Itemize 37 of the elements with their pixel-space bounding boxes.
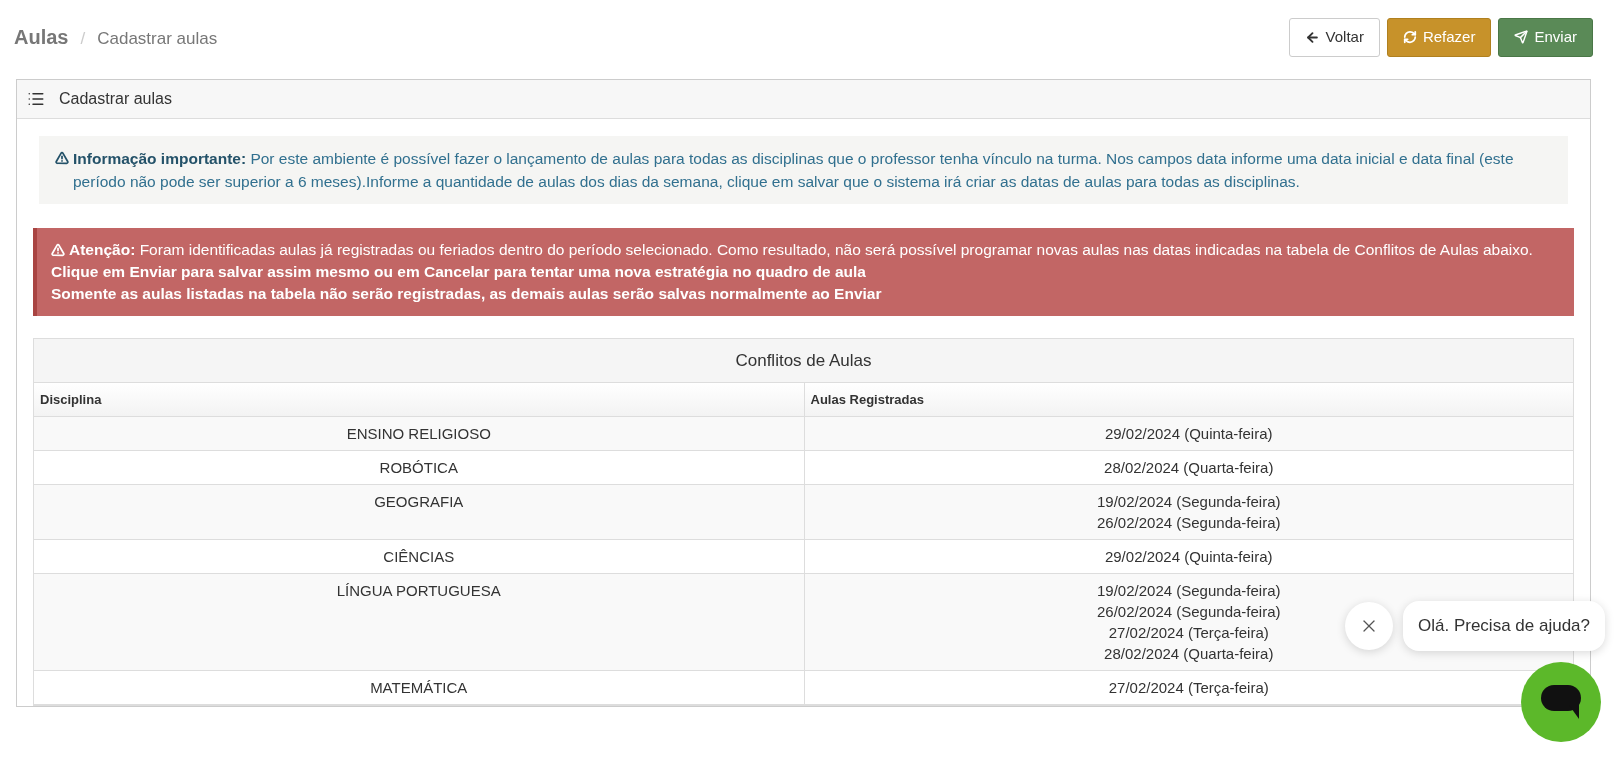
table-cell-text: 27/02/2024 (Terça-feira) [1108, 678, 1269, 698]
alert-text: Clique em Enviar para salvar assim mesmo ou em Cancelar para tentar uma nova estratégia no quadro de aula [51, 262, 866, 282]
panel-title: Cadastrar aulas [59, 89, 172, 109]
breadcrumb-current: Cadastrar aulas [97, 28, 218, 50]
table-cell-text: CIÊNCIAS [382, 547, 456, 567]
table-cell-text: 28/02/2024 (Quarta-feira) [1104, 644, 1274, 664]
table-cell-text: 29/02/2024 (Quinta-feira) [1104, 547, 1273, 567]
list-icon [27, 90, 45, 108]
column-header: Aulas Registradas [803, 383, 1573, 416]
paper-plane-icon [1514, 30, 1529, 44]
table-cell-text: LÍNGUA PORTUGUESA [335, 581, 502, 601]
table-cell-text: GEOGRAFIA [373, 492, 465, 512]
table-cell-text: ENSINO RELIGIOSO [345, 424, 492, 444]
table-cell-text: 19/02/2024 (Segunda-feira) [1097, 581, 1281, 601]
back-button[interactable]: Voltar [1288, 17, 1380, 57]
table-cell-text: 28/02/2024 (Quarta-feira) [1104, 458, 1274, 478]
table-cell-text: 27/02/2024 (Terça-feira) [1108, 623, 1269, 643]
column-header: Disciplina [39, 390, 103, 409]
page-title: Aulas [14, 25, 69, 50]
table-cell-text: 26/02/2024 (Segunda-feira) [1097, 513, 1281, 533]
redo-button[interactable]: Refazer [1386, 17, 1492, 57]
table-cell-text: 19/02/2024 (Segunda-feira) [1097, 492, 1281, 512]
table-title: Conflitos de Aulas [34, 339, 1573, 383]
warning-icon [55, 151, 69, 165]
table-cell-text: 26/02/2024 (Segunda-feira) [1097, 602, 1281, 622]
alert-text: Atenção: Foram identificadas aulas já registradas ou feriados dentro do período selecionado. Como resultado, não será possível programar novas aulas nas datas indicadas na tabela de Conflitos de Aulas abaixo. [69, 240, 1533, 260]
breadcrumb-separator: / [80, 28, 86, 50]
chat-icon [1541, 685, 1581, 719]
warning-icon [51, 243, 65, 257]
table-cell-text: 29/02/2024 (Quinta-feira) [1104, 424, 1273, 444]
alert-text: Somente as aulas listadas na tabela não serão registradas, as demais aulas serão salvas normalmente ao Enviar [51, 284, 882, 304]
info-text: Informação importante: Por este ambiente é possível fazer o lançamento de aulas para todas as disciplinas que o professor tenha vínculo na turma. Nos campos data informe uma data inicial e data final (este período não pode ser superior a 6 meses).Informe a quantidade de aulas dos dias da semana, clique em salvar que o sistema irá criar as datas de aulas para todas as disciplinas. [73, 149, 1515, 192]
table-cell-text: ROBÓTICA [378, 458, 459, 478]
send-button[interactable]: Enviar [1498, 17, 1593, 57]
refresh-icon [1402, 30, 1417, 44]
table-cell-text: MATEMÁTICA [369, 678, 469, 698]
chat-bubble: Olá. Precisa de ajuda? [1403, 601, 1605, 651]
